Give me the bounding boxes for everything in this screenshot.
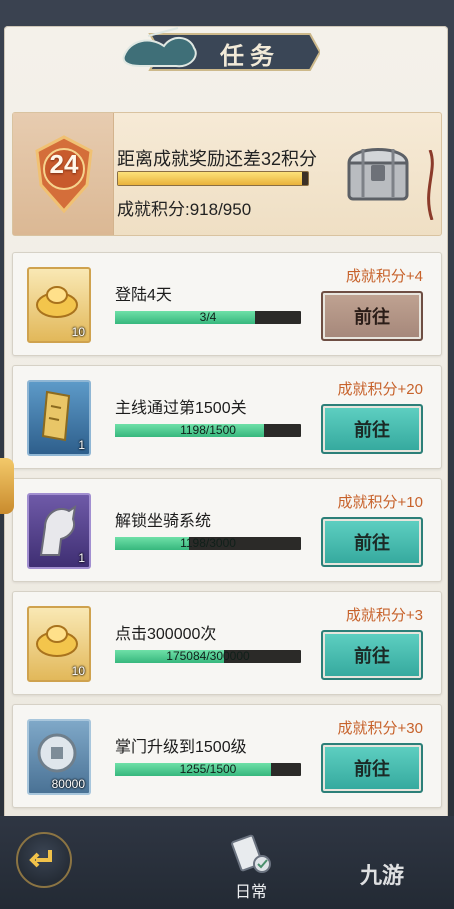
silver-coin-icon[interactable]: 80000: [27, 719, 91, 795]
achievement-progress-fill: [118, 172, 302, 185]
task-reward: 成就积分+4: [345, 268, 423, 285]
gold-ingot-icon[interactable]: 10: [27, 267, 91, 343]
task-name: 登陆4天: [115, 287, 172, 304]
task-reward: 成就积分+10: [337, 494, 423, 511]
gold-ingot-icon[interactable]: 10: [27, 606, 91, 682]
watermark-logo: 九游: [360, 863, 405, 888]
go-button[interactable]: 前往: [321, 517, 423, 567]
white-horse-icon[interactable]: 1: [27, 493, 91, 569]
task-name: 主线通过第1500关: [115, 400, 247, 417]
ribbon-decoration-icon: [427, 150, 434, 220]
task-reward: 成就积分+20: [337, 381, 423, 398]
task-progress-bar: 3/4: [115, 311, 301, 324]
achievement-score: 成就积分:918/950: [117, 200, 252, 219]
item-count: 80000: [51, 777, 85, 791]
achievement-remaining-text: 距离成就奖励还差32积分: [117, 149, 318, 169]
go-button[interactable]: 前往: [321, 630, 423, 680]
go-button[interactable]: 前往: [321, 404, 423, 454]
task-card: 10 登陆4天 3/4 成就积分+4 前往: [12, 252, 442, 356]
task-progress-bar: 175084/300000: [115, 650, 301, 663]
back-button[interactable]: [16, 832, 72, 888]
daily-tab-label[interactable]: 日常: [226, 878, 276, 902]
item-count: 10: [71, 325, 85, 339]
task-progress-bar: 1198/1500: [115, 424, 301, 437]
task-name: 解锁坐骑系统: [115, 513, 212, 530]
task-progress-text: 3/4: [199, 310, 217, 324]
go-button[interactable]: 前往: [321, 291, 423, 341]
task-progress-bar: 1198/3000: [115, 537, 301, 550]
side-drawer-tab[interactable]: [0, 458, 14, 514]
page-title: 任务: [220, 43, 280, 70]
task-progress-text: 1198/1500: [180, 423, 236, 437]
achievement-level: 24: [49, 149, 79, 179]
scroll-token-icon[interactable]: 1: [27, 380, 91, 456]
task-reward: 成就积分+3: [345, 607, 423, 624]
daily-scroll-icon[interactable]: [226, 832, 274, 876]
go-button[interactable]: 前往: [321, 743, 423, 793]
back-arrow-icon: [29, 850, 52, 868]
task-progress-bar: 1255/1500: [115, 763, 301, 776]
task-reward: 成就积分+30: [337, 720, 423, 737]
item-count: 1: [78, 438, 85, 452]
task-card: 1 主线通过第1500关 1198/1500 成就积分+20 前往: [12, 365, 442, 469]
task-card: 10 点击300000次 175084/300000 成就积分+3 前往: [12, 591, 442, 695]
task-progress-text: 1255/1500: [179, 762, 237, 776]
achievement-progress-bar: [117, 171, 309, 186]
task-card: 80000 掌门升级到1500级 1255/1500 成就积分+30 前往: [12, 704, 442, 808]
title-banner: 任务: [120, 26, 320, 78]
item-count: 10: [71, 664, 85, 678]
reward-chest-icon[interactable]: [343, 135, 413, 207]
item-count: 1: [78, 551, 85, 565]
task-card: 1 解锁坐骑系统 1198/3000 成就积分+10 前往: [12, 478, 442, 582]
task-name: 点击300000次: [115, 626, 217, 643]
achievement-header: 24 距离成就奖励还差32积分 成就积分:918/950: [12, 112, 442, 236]
task-progress-text: 1198/3000: [180, 536, 236, 550]
task-progress-text: 175084/300000: [166, 649, 250, 663]
task-name: 掌门升级到1500级: [115, 739, 247, 756]
